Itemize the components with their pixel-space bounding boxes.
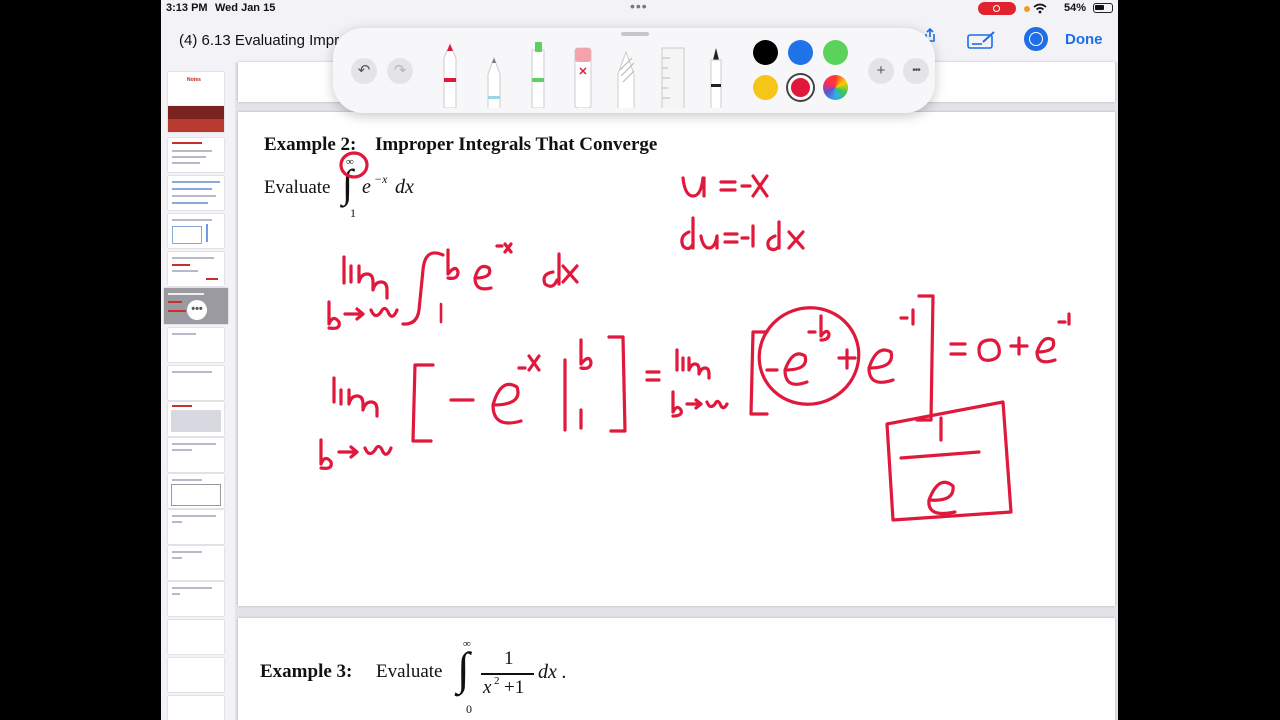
- page-thumbnail[interactable]: [168, 582, 224, 616]
- page-thumbnail[interactable]: [168, 176, 224, 210]
- page-thumbnail[interactable]: [168, 474, 224, 508]
- color-swatch-yellow[interactable]: [753, 75, 778, 100]
- eraser-tool-icon: [574, 47, 592, 108]
- page-thumbnail[interactable]: [168, 366, 224, 400]
- document-page: Example 3: Evaluate ∞ ∫ 0 1 x 2 +1 dx .: [238, 618, 1115, 720]
- thumbnail-title: Notes: [187, 77, 201, 83]
- highlighter-tool-icon: [531, 42, 545, 108]
- status-bar: 3:13 PM Wed Jan 15 ••• 54%: [161, 0, 1118, 18]
- pencil-tool-icon: [487, 56, 501, 108]
- page-thumbnail[interactable]: [168, 214, 224, 248]
- example-3-title: Example 3:: [260, 661, 353, 682]
- pen-tool-icon: [443, 42, 457, 108]
- integral-sign: ∫: [342, 161, 353, 206]
- multitasking-dots[interactable]: •••: [630, 0, 648, 14]
- fraction-numerator: 1: [504, 648, 514, 669]
- integrand-base: e: [362, 176, 371, 198]
- fountain-pen-tool-icon: [710, 48, 722, 108]
- color-swatch-green[interactable]: [823, 40, 848, 65]
- fraction-denominator-base: x: [483, 677, 492, 698]
- toolbar-grabber[interactable]: [621, 32, 649, 36]
- evaluate-label: Evaluate: [376, 661, 443, 682]
- page-thumbnail[interactable]: [168, 510, 224, 544]
- redo-button[interactable]: ↷: [387, 58, 413, 84]
- page-thumbnail[interactable]: [168, 252, 224, 286]
- page-thumbnail[interactable]: [168, 106, 224, 132]
- document-title: (4) 6.13 Evaluating Impr: [179, 32, 340, 49]
- page-thumbnail[interactable]: Notes: [168, 72, 224, 106]
- status-time: 3:13 PM: [166, 2, 208, 14]
- page-thumbnail-sidebar[interactable]: Notes •••: [161, 62, 236, 720]
- lasso-tool-icon: [617, 50, 635, 108]
- evaluate-label: Evaluate: [264, 177, 331, 198]
- done-button[interactable]: Done: [1065, 31, 1103, 48]
- page-thumbnail[interactable]: [168, 138, 224, 172]
- page-thumbnail[interactable]: [168, 438, 224, 472]
- fraction-denominator-exponent: 2: [494, 675, 500, 687]
- more-options-button[interactable]: •••: [903, 58, 929, 84]
- screen-recording-icon[interactable]: [978, 2, 1016, 15]
- differential: dx .: [538, 661, 567, 683]
- markup-toggle-icon[interactable]: [1024, 27, 1048, 51]
- example-2-title: Example 2:: [264, 134, 357, 155]
- page-thumbnail[interactable]: [168, 402, 224, 436]
- mic-indicator-icon: [1024, 6, 1030, 12]
- status-date: Wed Jan 15: [215, 2, 276, 14]
- wifi-icon: [1033, 3, 1047, 14]
- page-thumbnail[interactable]: [168, 658, 224, 692]
- integral-sign: ∫: [457, 643, 470, 694]
- undo-button[interactable]: ↶: [351, 58, 377, 84]
- integral-lower-bound: 0: [466, 702, 472, 716]
- color-picker-wheel-icon[interactable]: [823, 75, 848, 100]
- document-scroll-area[interactable]: Example 2: Improper Integrals That Conve…: [235, 62, 1118, 720]
- page-thumbnail[interactable]: [168, 546, 224, 580]
- ipad-screen: 3:13 PM Wed Jan 15 ••• 54% (4) 6.13 Eval…: [161, 0, 1118, 720]
- color-swatch-blue[interactable]: [788, 40, 813, 65]
- add-button[interactable]: +: [868, 58, 894, 84]
- ruler-tool-icon: [661, 47, 685, 108]
- battery-percentage: 54%: [1064, 2, 1087, 14]
- page-thumbnail[interactable]: [168, 328, 224, 362]
- thumbnail-more-icon[interactable]: •••: [187, 300, 207, 320]
- document-page: Example 2: Improper Integrals That Conve…: [238, 112, 1115, 606]
- color-swatch-black[interactable]: [753, 40, 778, 65]
- example-2-subtitle: Improper Integrals That Converge: [375, 134, 658, 155]
- page-thumbnail[interactable]: [168, 620, 224, 654]
- integrand-exponent: −x: [374, 172, 388, 186]
- integral-lower-bound: 1: [350, 206, 356, 220]
- fraction-denominator-rest: +1: [504, 677, 525, 698]
- page-thumbnail[interactable]: [168, 696, 224, 720]
- fraction-bar: [481, 673, 534, 675]
- differential: dx: [395, 176, 414, 198]
- drawing-tools[interactable]: [438, 38, 738, 108]
- markup-toolbar: ↶ ↷ + •••: [333, 28, 935, 113]
- battery-icon: [1093, 3, 1113, 13]
- signature-icon[interactable]: [967, 30, 997, 50]
- color-swatch-red-selected[interactable]: [788, 75, 813, 100]
